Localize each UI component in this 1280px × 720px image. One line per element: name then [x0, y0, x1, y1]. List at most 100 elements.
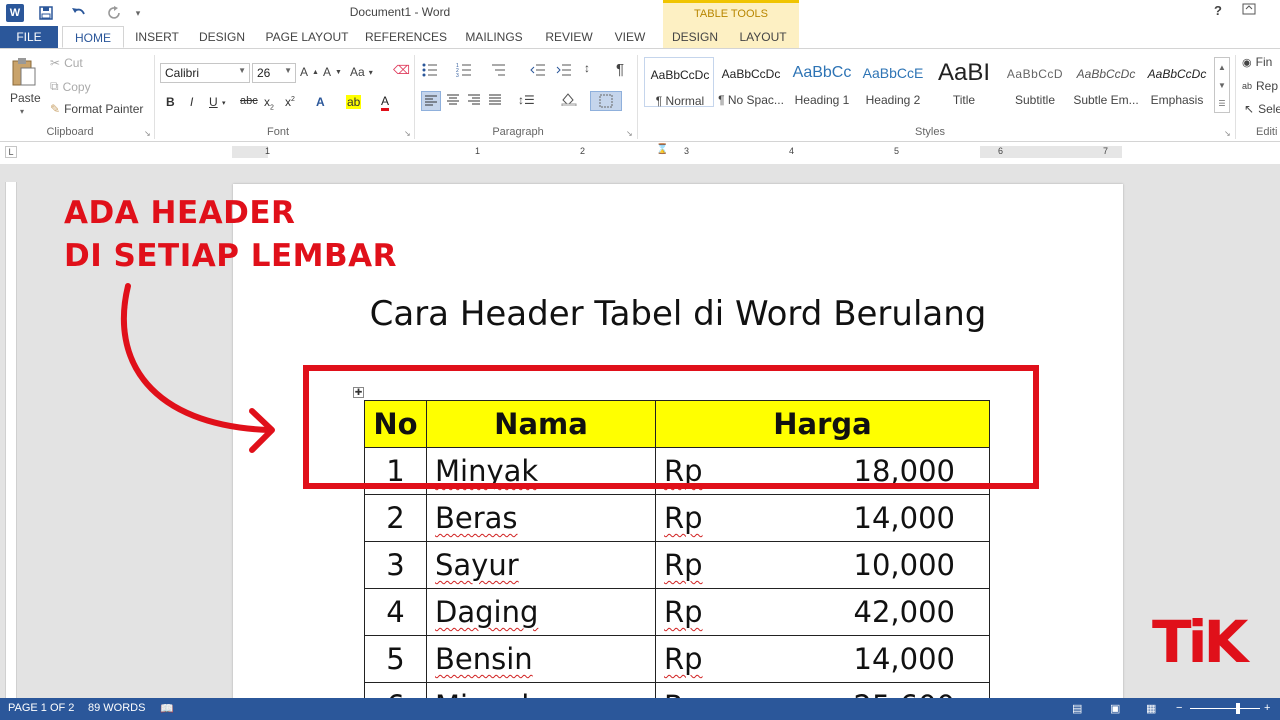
cell-harga[interactable]: Rp 14,000: [655, 635, 990, 683]
print-layout-icon[interactable]: ▣: [1110, 702, 1120, 715]
font-size-combo[interactable]: 26 ▼: [252, 63, 296, 83]
font-size-value: 26: [257, 66, 271, 80]
cell-nama[interactable]: Daging: [426, 588, 656, 636]
align-left-icon[interactable]: [421, 91, 441, 111]
paragraph-dialog-launcher-icon[interactable]: ↘: [626, 129, 633, 138]
chevron-down-icon[interactable]: ▼: [1218, 81, 1226, 90]
justify-icon[interactable]: [488, 94, 502, 106]
cell-nama[interactable]: Sayur: [426, 541, 656, 589]
tab-selector-icon[interactable]: L: [5, 146, 17, 158]
cell-no[interactable]: 5: [364, 635, 427, 683]
zoom-in-icon[interactable]: +: [1264, 702, 1270, 714]
tab-review[interactable]: REVIEW: [540, 26, 598, 48]
text-effects-icon[interactable]: A: [316, 95, 325, 109]
chevron-down-icon[interactable]: ▾: [222, 99, 226, 107]
style-normal[interactable]: AaBbCcDc ¶ Normal: [644, 57, 714, 108]
font-color-icon[interactable]: A: [381, 95, 390, 111]
style-subtle-emphasis[interactable]: AaBbCcDc Subtle Em...: [1071, 57, 1141, 107]
superscript-icon[interactable]: x2: [285, 95, 295, 109]
change-case-icon[interactable]: Aa ▾: [350, 65, 373, 79]
read-mode-icon[interactable]: ▤: [1072, 702, 1082, 715]
decrease-indent-icon[interactable]: [530, 63, 546, 77]
style-heading-1[interactable]: AaBbCc Heading 1: [787, 57, 857, 107]
shrink-font-icon[interactable]: A ▼: [323, 65, 342, 79]
paste-icon[interactable]: [10, 57, 40, 87]
clear-formatting-icon[interactable]: ⌫: [393, 63, 410, 77]
cell-nama[interactable]: Minyak: [426, 682, 656, 698]
cell-harga[interactable]: Rp 25,600: [655, 682, 990, 698]
style-heading-2[interactable]: AaBbCcE Heading 2: [858, 57, 928, 107]
more-styles-icon[interactable]: ☰: [1218, 99, 1225, 108]
style-emphasis[interactable]: AaBbCcDc Emphasis: [1142, 57, 1212, 107]
clipboard-dialog-launcher-icon[interactable]: ↘: [144, 129, 151, 138]
cell-no[interactable]: 2: [364, 494, 427, 542]
sort-icon[interactable]: ↕: [584, 61, 590, 75]
cell-no[interactable]: 6: [364, 682, 427, 698]
show-formatting-marks-icon[interactable]: ¶: [616, 61, 624, 78]
cell-harga[interactable]: Rp 14,000: [655, 494, 990, 542]
tab-table-layout[interactable]: LAYOUT: [727, 26, 799, 48]
cell-no[interactable]: 4: [364, 588, 427, 636]
multilevel-list-icon[interactable]: [490, 63, 506, 77]
line-spacing-icon[interactable]: ↕☰: [518, 93, 535, 107]
zoom-slider[interactable]: [1190, 708, 1260, 709]
bullets-icon[interactable]: [422, 63, 438, 77]
chevron-up-icon[interactable]: ▲: [1218, 63, 1226, 72]
tab-references[interactable]: REFERENCES: [364, 26, 448, 48]
tab-view[interactable]: VIEW: [608, 26, 652, 48]
tab-home[interactable]: HOME: [62, 26, 124, 48]
web-layout-icon[interactable]: ▦: [1146, 702, 1156, 715]
font-dialog-launcher-icon[interactable]: ↘: [404, 129, 411, 138]
document-heading[interactable]: Cara Header Tabel di Word Berulang: [233, 294, 1123, 334]
format-painter-button[interactable]: ✎ Format Painter: [50, 102, 143, 116]
style-title[interactable]: AaBI Title: [929, 57, 999, 107]
paste-button[interactable]: Paste: [10, 91, 41, 105]
increase-indent-icon[interactable]: [556, 63, 572, 77]
select-button[interactable]: ↖ Sele: [1244, 102, 1280, 116]
borders-icon[interactable]: [590, 91, 622, 111]
align-center-icon[interactable]: [446, 94, 460, 106]
style-subtitle[interactable]: AaBbCcD Subtitle: [1000, 57, 1070, 107]
align-right-icon[interactable]: [467, 94, 481, 106]
find-button[interactable]: ◉ Fin: [1242, 55, 1272, 69]
zoom-out-icon[interactable]: −: [1176, 702, 1182, 714]
tab-design[interactable]: DESIGN: [194, 26, 250, 48]
shading-icon[interactable]: [560, 92, 578, 106]
cut-button[interactable]: ✂ Cut: [50, 56, 83, 70]
cell-harga[interactable]: Rp 42,000: [655, 588, 990, 636]
italic-icon[interactable]: I: [190, 95, 193, 109]
tab-insert[interactable]: INSERT: [130, 26, 184, 48]
ruler-track[interactable]: 1 1 2 3 4 5 6 7 ⌛: [232, 144, 1122, 158]
bold-icon[interactable]: B: [166, 95, 175, 109]
subscript-icon[interactable]: x2: [264, 95, 274, 111]
help-icon[interactable]: ?: [1214, 3, 1222, 18]
indent-marker-icon[interactable]: ⌛: [656, 144, 668, 155]
proofing-icon[interactable]: 📖: [160, 702, 174, 715]
cell-nama[interactable]: Bensin: [426, 635, 656, 683]
currency: Rp: [664, 595, 703, 629]
font-name-combo[interactable]: Calibri ▼: [160, 63, 250, 83]
strikethrough-icon[interactable]: abc: [240, 95, 258, 107]
highlight-color-icon[interactable]: ab: [346, 95, 362, 109]
tab-table-design[interactable]: DESIGN: [663, 26, 727, 48]
vertical-ruler[interactable]: [5, 182, 17, 698]
paste-dropdown-icon[interactable]: ▾: [20, 107, 24, 116]
page-count[interactable]: PAGE 1 OF 2: [8, 702, 74, 714]
cell-no[interactable]: 3: [364, 541, 427, 589]
replace-button[interactable]: ab Rep: [1242, 79, 1278, 93]
styles-gallery-scroller[interactable]: ▲ ▼ ☰: [1214, 57, 1230, 113]
style-no-spacing[interactable]: AaBbCcDc ¶ No Spac...: [716, 57, 786, 107]
copy-button[interactable]: ⧉ Copy: [50, 79, 91, 94]
numbering-icon[interactable]: 123: [456, 63, 472, 77]
cell-harga[interactable]: Rp 10,000: [655, 541, 990, 589]
tab-mailings[interactable]: MAILINGS: [460, 26, 528, 48]
tab-page-layout[interactable]: PAGE LAYOUT: [262, 26, 352, 48]
zoom-slider-thumb[interactable]: [1236, 703, 1240, 714]
word-count[interactable]: 89 WORDS: [88, 702, 145, 714]
styles-dialog-launcher-icon[interactable]: ↘: [1224, 129, 1231, 138]
grow-font-icon[interactable]: A ▲: [300, 65, 319, 79]
ribbon-display-options-icon[interactable]: [1242, 3, 1256, 18]
tab-file[interactable]: FILE: [0, 26, 58, 48]
underline-icon[interactable]: U: [209, 95, 218, 109]
cell-nama[interactable]: Beras: [426, 494, 656, 542]
